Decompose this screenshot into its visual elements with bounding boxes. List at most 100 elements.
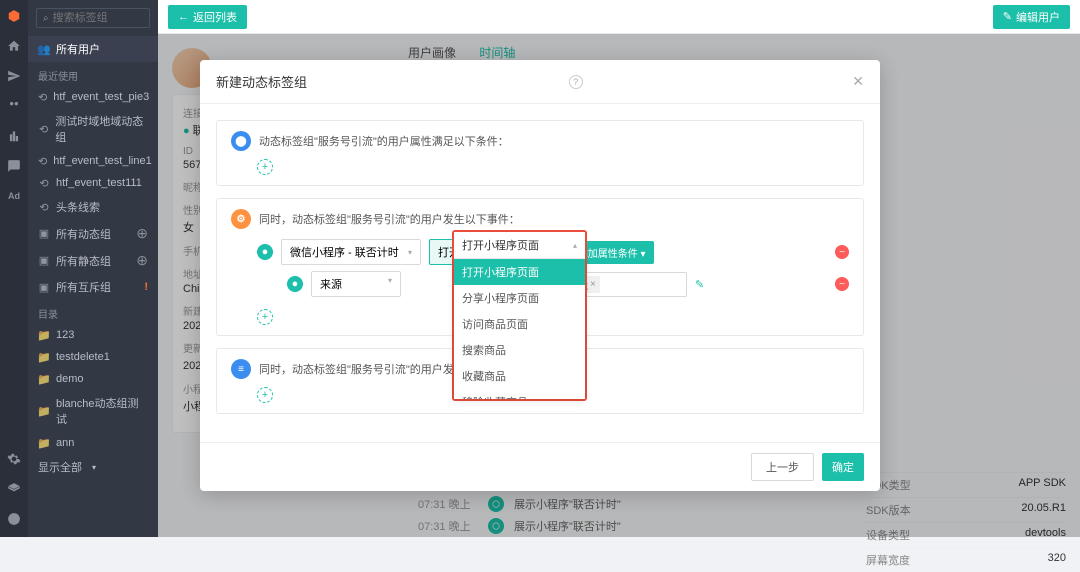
tag-icon: ⟲ <box>38 91 47 103</box>
dropdown-option[interactable]: 打开小程序页面 <box>454 259 585 285</box>
prop-value: 320 <box>1048 552 1066 568</box>
attribute-select[interactable]: 来源 ▾ <box>311 271 401 297</box>
sidebar-dir-label: 目录 <box>28 300 158 324</box>
sidebar-item-label: demo <box>56 373 84 385</box>
message-icon[interactable] <box>6 158 22 174</box>
ad-icon[interactable]: Ad <box>6 188 22 204</box>
chevron-down-icon: ▾ <box>388 276 392 292</box>
icon-rail: Ad <box>0 0 28 537</box>
section-label: 同时，动态标签组"服务号引流"的用户发生以下事件： <box>259 211 520 227</box>
sidebar-all-static[interactable]: ▣所有静态组⊕ <box>28 247 158 274</box>
add-condition-button[interactable]: + <box>257 387 273 403</box>
sidebar-item-label: 显示全部 <box>38 459 82 475</box>
sidebar-all-users[interactable]: 👥 所有用户 <box>28 36 158 62</box>
select-value: 微信小程序 - 联否计时 <box>290 244 399 260</box>
event-app-select[interactable]: 微信小程序 - 联否计时 ▾ <box>281 239 421 265</box>
tag-icon: ⟲ <box>38 201 50 213</box>
send-icon[interactable] <box>6 68 22 84</box>
folder-icon: ▣ <box>38 228 50 240</box>
dropdown-value: 打开小程序页面 <box>462 237 539 253</box>
gear-icon[interactable] <box>6 451 22 467</box>
folder-icon: ▣ <box>38 281 50 293</box>
section-label: 动态标签组"服务号引流"的用户属性满足以下条件： <box>259 133 509 149</box>
chevron-down-icon: ▾ <box>92 463 96 472</box>
plus-icon[interactable]: ⊕ <box>136 225 148 242</box>
sidebar-dir-2[interactable]: 📁 demo <box>28 368 158 390</box>
sidebar-dir-4[interactable]: 📁ann <box>28 432 158 454</box>
search-box[interactable]: ⌕ <box>36 8 150 28</box>
attribute-icon: ⬤ <box>231 131 251 151</box>
sidebar-item-label: 123 <box>56 329 74 341</box>
edit-icon[interactable]: ✎ <box>695 278 704 291</box>
sidebar-recent-0[interactable]: ⟲htf_event_test_pie3 <box>28 86 158 108</box>
sidebar-item-label: 所有用户 <box>56 41 100 57</box>
button-label: 返回列表 <box>193 9 237 25</box>
previous-button[interactable]: 上一步 <box>751 453 814 481</box>
sidebar-item-label: 头条线索 <box>56 199 100 215</box>
users-icon[interactable] <box>6 98 22 114</box>
modal-title: 新建动态标签组 <box>216 72 307 91</box>
remove-condition-button[interactable]: − <box>835 245 849 259</box>
sidebar-recent-1[interactable]: ⟲ 测试时域地域动态组 <box>28 108 158 150</box>
sidebar-dir-1[interactable]: 📁testdelete1 <box>28 346 158 368</box>
topbar: ← 返回列表 ✎编辑用户 <box>158 0 1080 34</box>
dropdown-option[interactable]: 访问商品页面 <box>454 311 585 337</box>
avatar-icon[interactable] <box>6 511 22 527</box>
sidebar-recent-label: 最近使用 <box>28 62 158 86</box>
sidebar-item-label: blanche动态组测试 <box>56 395 148 427</box>
plus-icon[interactable]: ⊕ <box>136 252 148 269</box>
dropdown-option[interactable]: 搜索商品 <box>454 337 585 363</box>
chevron-down-icon: ▾ <box>408 248 412 257</box>
confirm-button[interactable]: 确定 <box>822 453 864 481</box>
dropdown-option[interactable]: 移除收藏商品 <box>454 389 585 399</box>
sidebar-item-label: 测试时域地域动态组 <box>55 113 148 145</box>
prop-key: 屏幕宽度 <box>866 552 910 568</box>
sidebar-item-label: 所有静态组 <box>56 253 111 269</box>
chart-icon[interactable] <box>6 128 22 144</box>
sidebar-recent-4[interactable]: ⟲ 头条线索 <box>28 194 158 220</box>
logo-icon[interactable] <box>6 8 22 24</box>
users-icon: 👥 <box>38 43 50 55</box>
add-condition-button[interactable]: + <box>257 159 273 175</box>
sidebar-recent-3[interactable]: ⟲htf_event_test111 <box>28 172 158 194</box>
home-icon[interactable] <box>6 38 22 54</box>
add-event-button[interactable]: + <box>257 309 273 325</box>
tag-icon: ⟲ <box>38 123 49 135</box>
row-marker-icon: ● <box>287 276 303 292</box>
event-action-dropdown: 打开小程序页面 ▴ 打开小程序页面 分享小程序页面 访问商品页面 搜索商品 收藏… <box>452 230 587 401</box>
help-icon[interactable]: ? <box>569 75 583 89</box>
close-icon[interactable]: ✕ <box>852 73 864 90</box>
remove-tag-icon[interactable]: × <box>590 279 596 290</box>
layers-icon[interactable] <box>6 481 22 497</box>
folder-icon: 📁 <box>38 329 50 341</box>
folder-icon: 📁 <box>38 351 50 363</box>
sidebar-item-label: 所有互斥组 <box>56 279 111 295</box>
edit-user-button[interactable]: ✎编辑用户 <box>993 5 1070 29</box>
sidebar-all-mutex[interactable]: ▣所有互斥组! <box>28 274 158 300</box>
remove-filter-button[interactable]: − <box>835 277 849 291</box>
dropdown-trigger[interactable]: 打开小程序页面 ▴ <box>454 232 585 259</box>
sidebar-dir-0[interactable]: 📁 123 <box>28 324 158 346</box>
search-input[interactable] <box>53 12 143 24</box>
sidebar-show-all[interactable]: 显示全部 ▾ <box>28 454 158 480</box>
tag-icon: ⟲ <box>38 155 47 167</box>
event-icon: ⚙ <box>231 209 251 229</box>
back-button[interactable]: ← 返回列表 <box>168 5 247 29</box>
sidebar-dir-3[interactable]: 📁 blanche动态组测试 <box>28 390 158 432</box>
folder-icon: 📁 <box>38 437 50 449</box>
dropdown-list: 打开小程序页面 分享小程序页面 访问商品页面 搜索商品 收藏商品 移除收藏商品 <box>454 259 585 399</box>
section-user-attributes: ⬤ 动态标签组"服务号引流"的用户属性满足以下条件： + <box>216 120 864 186</box>
sidebar-all-dynamic[interactable]: ▣所有动态组⊕ <box>28 220 158 247</box>
dropdown-option[interactable]: 收藏商品 <box>454 363 585 389</box>
list-icon: ≡ <box>231 359 251 379</box>
select-value: 来源 <box>320 276 342 292</box>
folder-icon: 📁 <box>38 405 50 417</box>
chevron-up-icon: ▴ <box>573 241 577 250</box>
folder-icon: 📁 <box>38 373 50 385</box>
sidebar-recent-2[interactable]: ⟲htf_event_test_line1 <box>28 150 158 172</box>
dropdown-option[interactable]: 分享小程序页面 <box>454 285 585 311</box>
modal-header: 新建动态标签组 ? ✕ <box>200 60 880 104</box>
search-icon: ⌕ <box>43 13 49 24</box>
prop-row: 屏幕宽度 320 <box>866 547 1066 572</box>
back-icon: ← <box>178 11 189 23</box>
